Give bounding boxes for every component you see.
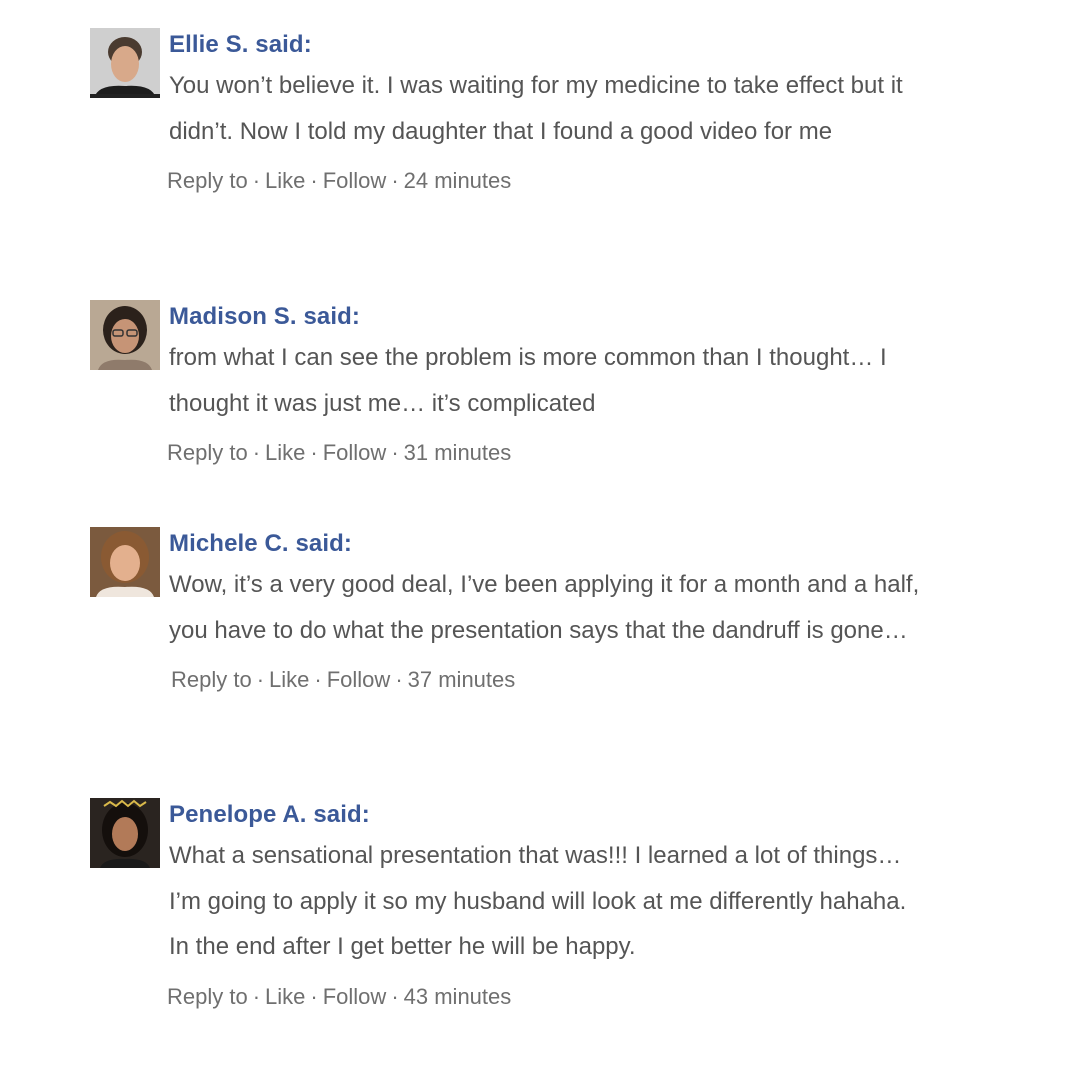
separator: ·	[391, 440, 399, 465]
comment-timestamp: 31 minutes	[403, 440, 512, 465]
profile-photo-icon	[90, 798, 160, 868]
separator: ·	[252, 983, 261, 1009]
avatar[interactable]	[90, 527, 160, 597]
separator: ·	[310, 440, 318, 465]
separator: ·	[310, 983, 318, 1009]
separator: ·	[310, 168, 318, 193]
comment-text: You won’t believe it. I was waiting for …	[169, 72, 903, 145]
comment-text: from what I can see the problem is more …	[169, 344, 887, 417]
comment-author[interactable]: Ellie S. said:	[169, 28, 929, 62]
follow-link[interactable]: Follow	[323, 168, 387, 193]
comment-text: What a sensational presentation that was…	[169, 842, 907, 960]
avatar[interactable]	[90, 300, 160, 370]
reply-link[interactable]: Reply to	[167, 984, 248, 1009]
comment-actions: Reply to · Like · Follow · 31 minutes	[167, 438, 929, 468]
reply-link[interactable]: Reply to	[171, 667, 252, 692]
comment-body: Ellie S. said: You won’t believe it. I w…	[167, 28, 929, 196]
like-link[interactable]: Like	[265, 984, 305, 1009]
comment-timestamp: 37 minutes	[407, 667, 516, 692]
comment-timestamp: 43 minutes	[403, 983, 512, 1009]
separator: ·	[252, 168, 261, 193]
separator: ·	[256, 667, 265, 692]
separator: ·	[314, 667, 322, 692]
like-link[interactable]: Like	[265, 168, 305, 193]
separator: ·	[395, 667, 403, 692]
separator: ·	[391, 983, 399, 1009]
comment-author[interactable]: Michele C. said:	[169, 527, 929, 561]
profile-photo-icon	[90, 527, 160, 597]
comment-actions: Reply to · Like · Follow · 24 minutes	[167, 166, 929, 196]
separator: ·	[391, 168, 399, 193]
profile-photo-icon	[90, 300, 160, 370]
comment-actions: Reply to · Like · Follow · 37 minutes	[171, 665, 929, 695]
comment-body: Michele C. said: Wow, it’s a very good d…	[169, 527, 929, 695]
like-link[interactable]: Like	[269, 667, 309, 692]
follow-link[interactable]: Follow	[327, 667, 391, 692]
comment-body: Penelope A. said: What a sensational pre…	[167, 798, 929, 1012]
profile-photo-icon	[90, 28, 160, 98]
follow-link[interactable]: Follow	[323, 440, 387, 465]
comment-timestamp: 24 minutes	[403, 168, 512, 193]
comment-body: Madison S. said: from what I can see the…	[167, 300, 929, 468]
comment-author[interactable]: Penelope A. said:	[169, 798, 929, 832]
comment-author[interactable]: Madison S. said:	[169, 300, 929, 334]
comment-actions: Reply to · Like · Follow · 43 minutes	[167, 982, 929, 1012]
reply-link[interactable]: Reply to	[167, 440, 248, 465]
avatar[interactable]	[90, 798, 160, 868]
comment-text: Wow, it’s a very good deal, I’ve been ap…	[169, 571, 920, 644]
like-link[interactable]: Like	[265, 440, 305, 465]
follow-link[interactable]: Follow	[323, 984, 387, 1009]
reply-link[interactable]: Reply to	[167, 168, 248, 193]
avatar[interactable]	[90, 28, 160, 98]
separator: ·	[252, 440, 261, 465]
